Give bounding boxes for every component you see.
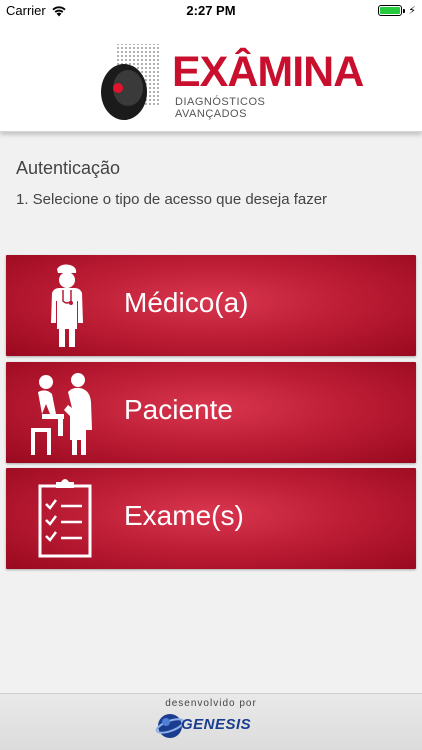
doctor-icon — [51, 264, 83, 347]
status-time: 2:27 PM — [186, 3, 236, 18]
exames-access-button[interactable]: Exame(s) — [6, 468, 416, 569]
logo-subtitle: DIAGNÓSTICOS AVANÇADOS — [175, 96, 266, 120]
exames-button-label: Exame(s) — [124, 500, 244, 531]
clipboard-checklist-icon — [38, 479, 92, 558]
battery-icon: ⚡ — [378, 4, 416, 17]
logo-name: EXÂMINA — [172, 48, 364, 96]
medico-access-button[interactable]: Médico(a) — [6, 255, 416, 356]
auth-title: Autenticação — [16, 158, 121, 178]
logo-mark-icon — [101, 44, 160, 120]
status-bar: Carrier 2:27 PM ⚡ — [0, 0, 422, 22]
paciente-button-label: Paciente — [124, 394, 233, 425]
auth-instruction: 1. Selecione o tipo de acesso que deseja… — [16, 191, 328, 208]
examina-logo: EXÂMINA DIAGNÓSTICOS AVANÇADOS — [100, 40, 364, 128]
paciente-access-button[interactable]: Paciente — [6, 362, 416, 463]
app-header: EXÂMINA DIAGNÓSTICOS AVANÇADOS — [0, 22, 422, 132]
genesis-name: GENESIS — [181, 716, 252, 733]
footer: desenvolvido por GENESIS — [0, 693, 422, 750]
medico-button-label: Médico(a) — [124, 287, 249, 318]
genesis-logo: GENESIS — [155, 711, 270, 741]
developed-by-label: desenvolvido por — [165, 698, 257, 709]
patient-exam-icon — [31, 373, 92, 455]
charging-bolt-icon: ⚡ — [408, 5, 416, 17]
